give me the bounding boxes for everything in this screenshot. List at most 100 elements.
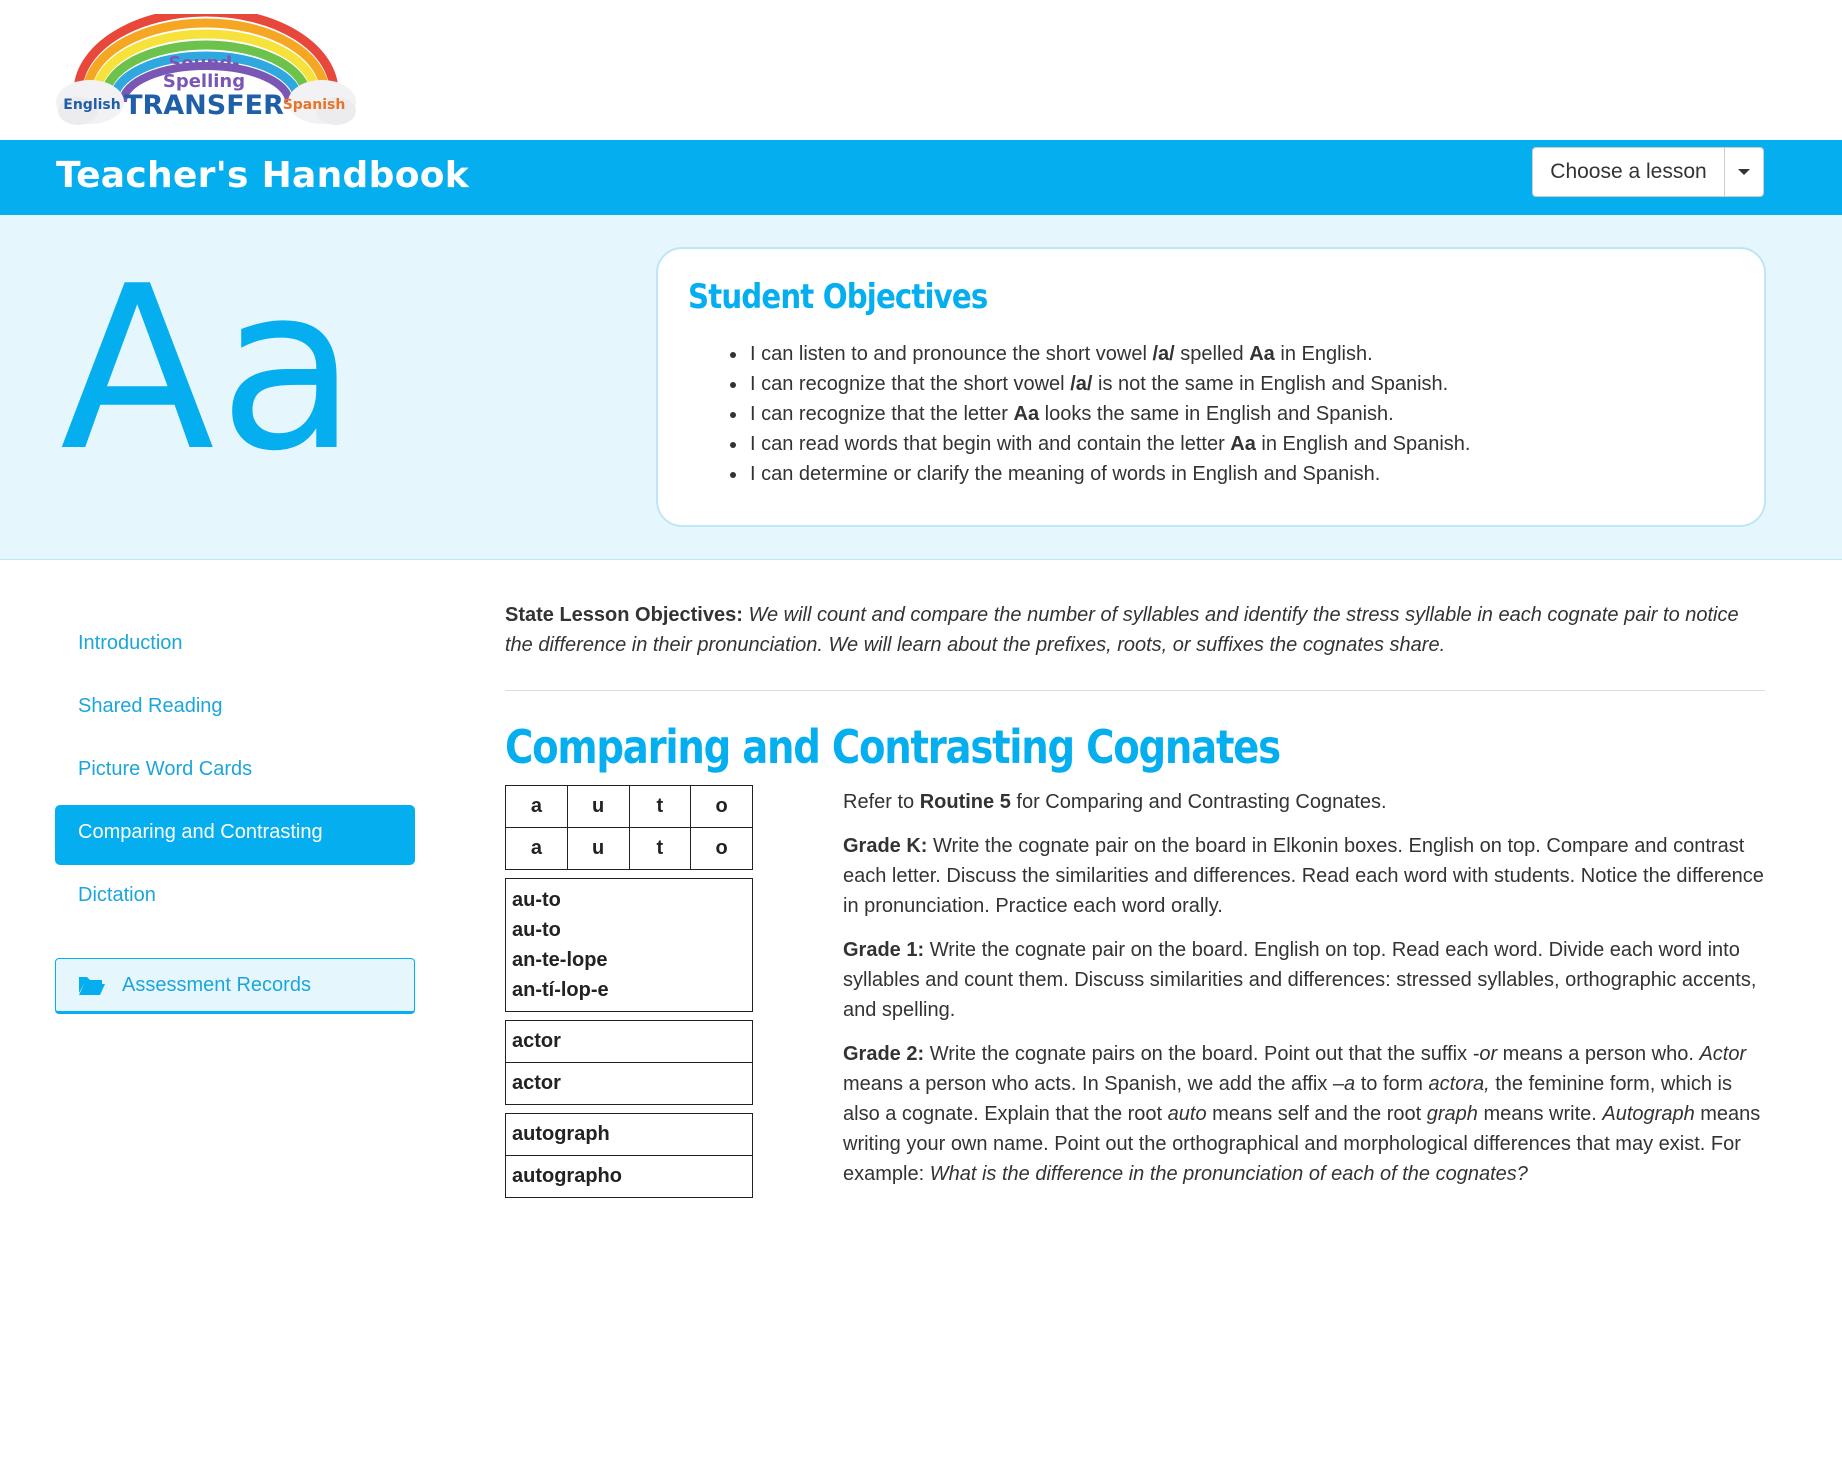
grade-label: Grade K: <box>843 835 928 857</box>
elkonin-cell: t <box>628 785 692 828</box>
caret-down-icon <box>1738 169 1750 175</box>
elkonin-cell: t <box>628 827 692 870</box>
text: means a person who acts. In Spanish, we … <box>843 1073 1333 1095</box>
sidebar-item-introduction[interactable]: Introduction <box>55 616 415 676</box>
objective-text: I can recognize that the short vowel <box>750 373 1071 395</box>
italic-text: Actor <box>1699 1043 1747 1065</box>
text: means self and the root <box>1206 1103 1427 1125</box>
objective-item: I can determine or clarify the meaning o… <box>748 459 1470 489</box>
elkonin-cell: u <box>566 827 630 870</box>
header-bar: Teacher's Handbook Choose a lesson <box>0 140 1842 216</box>
cognate-spanish: actor <box>506 1062 752 1104</box>
elkonin-cell: u <box>566 785 630 828</box>
italic-text: actora, <box>1428 1073 1490 1095</box>
objective-text: is not the same in English and Spanish. <box>1092 373 1449 395</box>
cognate-english: actor <box>512 1030 561 1052</box>
cognate-word-boxes: a u t o a u t o au-to au-to an-te-lope a… <box>505 785 753 1206</box>
section-title: Comparing and Contrasting Cognates <box>505 720 1281 774</box>
assessment-records-button[interactable]: Assessment Records <box>55 958 415 1014</box>
syllable-line: an-tí-lop-e <box>512 979 609 1001</box>
italic-text: What is the difference in the pronunciat… <box>929 1163 1528 1185</box>
choose-lesson-dropdown[interactable]: Choose a lesson <box>1532 147 1764 197</box>
objective-item: I can listen to and pronounce the short … <box>748 339 1470 369</box>
objective-item: I can read words that begin with and con… <box>748 429 1470 459</box>
elkonin-boxes: a u t o a u t o <box>505 785 753 870</box>
state-objectives-label: State Lesson Objectives: <box>505 604 743 626</box>
sound-spelling-transfer-logo[interactable]: Sound- Spelling TRANSFER English Spanish <box>56 14 356 134</box>
lesson-sidebar: Introduction Shared Reading Picture Word… <box>55 616 415 1014</box>
objective-text: I can recognize that the letter <box>750 403 1014 425</box>
elkonin-row-english: a u t o <box>505 785 753 828</box>
objective-text: in English and Spanish. <box>1255 433 1471 455</box>
cognate-pair-autograph: autograph autographo <box>505 1113 753 1198</box>
objective-text: I can listen to and pronounce the short … <box>750 343 1153 365</box>
folder-open-icon <box>78 974 106 996</box>
text: to form <box>1355 1073 1429 1095</box>
grade-2-paragraph: Grade 2: Write the cognate pairs on the … <box>843 1039 1773 1189</box>
text: means write. <box>1477 1103 1603 1125</box>
objective-strong: Aa <box>1013 403 1040 425</box>
routine-paragraph: Refer to Routine 5 for Comparing and Con… <box>843 787 1773 817</box>
logo-right-tag: Spanish <box>283 97 346 113</box>
objective-text: I can determine or clarify the meaning o… <box>750 463 1381 485</box>
hero-band: Aa Student Objectives I can listen to an… <box>0 215 1842 560</box>
elkonin-cell: a <box>505 827 568 870</box>
rainbow-logo-graphic: Sound- Spelling TRANSFER English Spanish <box>56 14 356 125</box>
objective-strong: /a/ <box>1070 373 1093 395</box>
objectives-list: I can listen to and pronounce the short … <box>718 339 1470 489</box>
logo-line2: Spelling <box>163 71 245 92</box>
text: Write the cognate pair on the board in E… <box>843 835 1764 917</box>
objective-text: in English. <box>1274 343 1373 365</box>
sidebar-item-dictation[interactable]: Dictation <box>55 868 415 928</box>
grade-1-paragraph: Grade 1: Write the cognate pair on the b… <box>843 935 1773 1025</box>
choose-lesson-label[interactable]: Choose a lesson <box>1533 148 1725 196</box>
elkonin-row-spanish: a u t o <box>505 827 753 870</box>
elkonin-cell: o <box>690 785 753 828</box>
cognate-english: autograph <box>512 1123 610 1145</box>
italic-text: -or <box>1472 1043 1498 1065</box>
sidebar-item-picture-word-cards[interactable]: Picture Word Cards <box>55 742 415 802</box>
italic-text: graph <box>1426 1103 1478 1125</box>
objectives-title: Student Objectives <box>688 277 988 317</box>
italic-text: –a <box>1332 1073 1356 1095</box>
syllable-line: au-to <box>512 889 561 911</box>
sidebar-item-comparing-and-contrasting[interactable]: Comparing and Contrasting <box>55 805 415 865</box>
grade-k-paragraph: Grade K: Write the cognate pair on the b… <box>843 831 1773 921</box>
objective-text: spelled <box>1174 343 1250 365</box>
divider <box>505 690 1765 691</box>
grade-label: Grade 2: <box>843 1043 925 1065</box>
elkonin-cell: o <box>690 827 753 870</box>
lesson-content: State Lesson Objectives: We will count a… <box>505 600 1765 1198</box>
cognate-pair-actor: actor actor <box>505 1020 753 1105</box>
objective-text: looks the same in English and Spanish. <box>1039 403 1394 425</box>
elkonin-cell: a <box>505 785 568 828</box>
italic-text: auto <box>1167 1103 1207 1125</box>
objective-strong: /a/ <box>1152 343 1175 365</box>
text: Write the cognate pair on the board. Eng… <box>843 939 1757 1021</box>
objective-strong: Aa <box>1230 433 1256 455</box>
objective-text: I can read words that begin with and con… <box>750 433 1231 455</box>
instructions: Refer to Routine 5 for Comparing and Con… <box>843 785 1773 1203</box>
cognate-spanish: autographo <box>506 1155 752 1197</box>
dropdown-toggle[interactable] <box>1725 148 1763 196</box>
logo-word: TRANSFER <box>124 90 284 121</box>
text: Write the cognate pairs on the board. Po… <box>924 1043 1473 1065</box>
italic-text: Autograph <box>1602 1103 1695 1125</box>
sidebar-item-shared-reading[interactable]: Shared Reading <box>55 679 415 739</box>
objective-item: I can recognize that the short vowel /a/… <box>748 369 1470 399</box>
grade-label: Grade 1: <box>843 939 925 961</box>
lesson-letter: Aa <box>60 238 362 501</box>
text: for Comparing and Contrasting Cognates. <box>1010 791 1387 813</box>
objective-strong: Aa <box>1249 343 1275 365</box>
logo-left-tag: English <box>63 97 120 113</box>
state-lesson-objectives: State Lesson Objectives: We will count a… <box>505 600 1765 660</box>
student-objectives-card: Student Objectives I can listen to and p… <box>656 247 1766 527</box>
syllable-line: an-te-lope <box>512 949 608 971</box>
page-title: Teacher's Handbook <box>56 155 470 196</box>
syllable-line: au-to <box>512 919 561 941</box>
text: Refer to <box>843 791 920 813</box>
routine-link-text: Routine 5 <box>919 791 1011 813</box>
syllable-box: au-to au-to an-te-lope an-tí-lop-e <box>505 878 753 1012</box>
logo-area: Sound- Spelling TRANSFER English Spanish <box>0 0 1842 140</box>
objective-item: I can recognize that the letter Aa looks… <box>748 399 1470 429</box>
